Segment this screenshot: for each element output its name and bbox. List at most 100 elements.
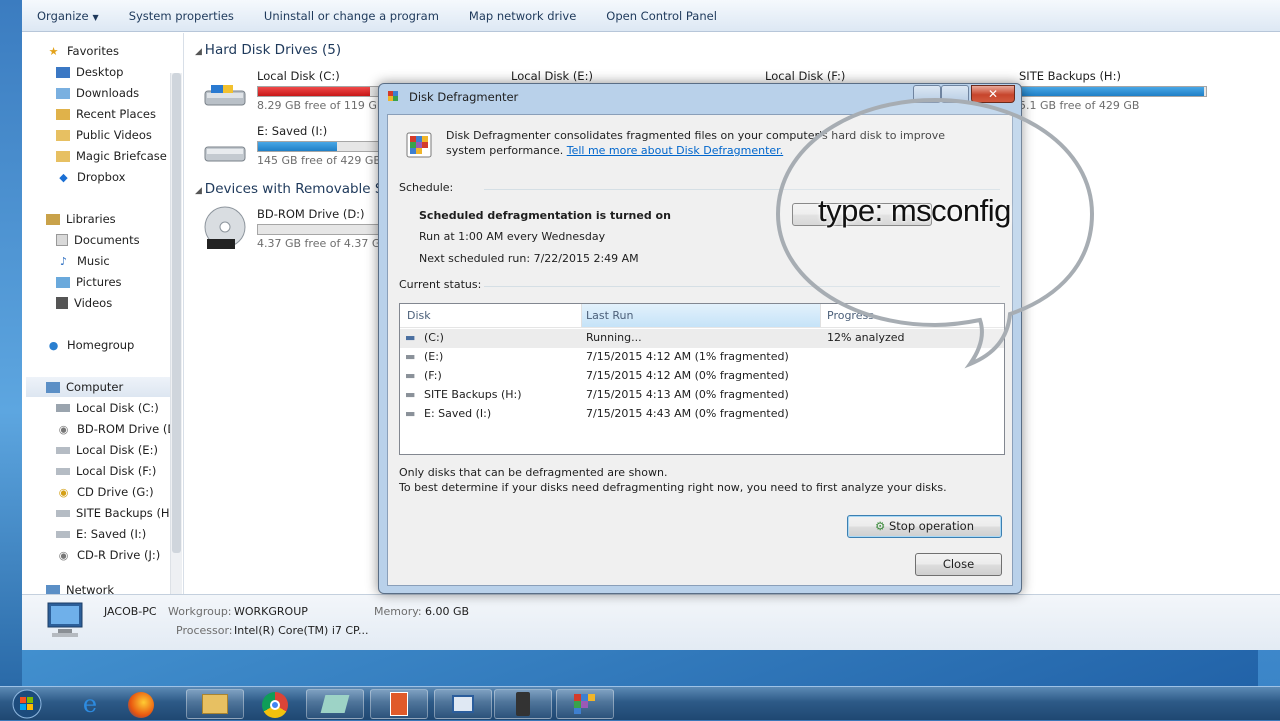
- shield-icon: ⚙: [875, 519, 886, 533]
- taskbar-defrag[interactable]: [556, 689, 614, 719]
- defrag-app-icon: [388, 91, 398, 101]
- processor-value: Intel(R) Core(TM) i7 CP...: [234, 624, 369, 637]
- disk-row-h[interactable]: ▬ SITE Backups (H:) 7/15/2015 4:13 AM (0…: [400, 386, 1004, 405]
- pictures-icon: [56, 276, 70, 288]
- workgroup-label: Workgroup:: [168, 605, 232, 618]
- bd-rom-usage-bar: [257, 224, 379, 235]
- app-icon: [516, 692, 530, 716]
- nav-desktop[interactable]: Desktop: [56, 62, 123, 82]
- drive-icon: ▬: [405, 331, 416, 344]
- drive-i-tile[interactable]: E: Saved (I:) 145 GB free of 429 GB: [257, 124, 381, 167]
- music-icon: ♪: [59, 254, 68, 268]
- dialog-titlebar[interactable]: Disk Defragmenter: [387, 90, 518, 104]
- drive-f-tile[interactable]: Local Disk (F:): [765, 69, 845, 83]
- drive-e-tile[interactable]: Local Disk (E:): [511, 69, 593, 83]
- cd-icon: ◉: [58, 485, 69, 499]
- drive-c-tile[interactable]: Local Disk (C:) 8.29 GB free of 119 GB: [257, 69, 384, 112]
- chevron-down-icon: ▼: [92, 12, 99, 22]
- nav-local-disk-f[interactable]: Local Disk (F:): [56, 461, 156, 481]
- nav-local-disk-c[interactable]: Local Disk (C:): [56, 398, 159, 418]
- navigation-pane: ★ Favorites Desktop Downloads Recent Plac…: [22, 33, 184, 601]
- recent-places-icon: [56, 108, 70, 120]
- group-header-removable[interactable]: ◢ Devices with Removable S: [195, 181, 383, 197]
- windows-logo-icon: [12, 689, 42, 719]
- drive-icon: [56, 446, 70, 454]
- nav-dropbox[interactable]: ◆ Dropbox: [56, 167, 125, 187]
- nav-scrollbar-thumb[interactable]: [172, 73, 181, 553]
- organize-menu[interactable]: Organize ▼: [22, 9, 114, 23]
- defrag-icon: [406, 132, 432, 158]
- map-network-drive-button[interactable]: Map network drive: [454, 9, 591, 23]
- nav-site-backups[interactable]: SITE Backups (H:: [56, 503, 173, 523]
- open-control-panel-button[interactable]: Open Control Panel: [591, 9, 732, 23]
- drive-icon: [56, 530, 70, 538]
- nav-libraries[interactable]: Libraries: [46, 209, 116, 229]
- stop-operation-button[interactable]: ⚙ Stop operation: [847, 515, 1002, 538]
- nav-cd-r-drive[interactable]: ◉ CD-R Drive (J:): [56, 545, 161, 565]
- nav-magic-briefcase[interactable]: Magic Briefcase: [56, 146, 167, 166]
- schedule-status: Scheduled defragmentation is turned on: [419, 209, 671, 222]
- drive-i-usage-bar: [257, 141, 379, 152]
- bd-rom-icon: [204, 206, 246, 249]
- internet-explorer-icon[interactable]: e: [70, 689, 110, 719]
- app-icon: [390, 692, 408, 716]
- chrome-icon[interactable]: [262, 692, 288, 718]
- nav-e-saved[interactable]: E: Saved (I:): [56, 524, 146, 544]
- app-icon: [320, 695, 350, 713]
- callout-text: type: msconfig: [818, 193, 1011, 228]
- nav-bd-rom[interactable]: ◉ BD-ROM Drive (D: [56, 419, 176, 439]
- star-icon: ★: [48, 44, 59, 58]
- col-disk[interactable]: Disk: [407, 309, 431, 322]
- downloads-icon: [56, 87, 70, 99]
- system-properties-button[interactable]: System properties: [114, 9, 249, 23]
- taskbar-app-5[interactable]: [494, 689, 552, 719]
- drive-c-usage-bar: [257, 86, 379, 97]
- nav-public-videos[interactable]: Public Videos: [56, 125, 152, 145]
- drive-icon: ▬: [405, 388, 416, 401]
- schedule-label: Schedule:: [399, 181, 454, 194]
- nav-pictures[interactable]: Pictures: [56, 272, 122, 292]
- disc-icon: ◉: [58, 548, 69, 562]
- firefox-icon[interactable]: [128, 692, 154, 718]
- bd-rom-tile[interactable]: BD-ROM Drive (D:) 4.37 GB free of 4.37 G…: [257, 207, 388, 250]
- drive-icon: [56, 467, 70, 475]
- nav-recent-places[interactable]: Recent Places: [56, 104, 156, 124]
- schedule-next: Next scheduled run: 7/22/2015 2:49 AM: [419, 252, 639, 265]
- nav-homegroup[interactable]: ● Homegroup: [46, 335, 135, 355]
- computer-icon: [46, 381, 60, 393]
- nav-local-disk-e[interactable]: Local Disk (E:): [56, 440, 158, 460]
- nav-favorites[interactable]: ★ Favorites: [46, 41, 119, 61]
- nav-music[interactable]: ♪ Music: [56, 251, 110, 271]
- desktop-icon: [56, 66, 70, 78]
- command-bar: Organize ▼ System properties Uninstall or…: [22, 0, 1280, 32]
- defrag-icon: [574, 694, 595, 714]
- videos-icon: [56, 297, 68, 309]
- details-pane: JACOB-PC Workgroup: WORKGROUP Memory: 6.…: [22, 594, 1280, 650]
- nav-computer[interactable]: Computer: [26, 377, 170, 397]
- computer-icon: [47, 602, 83, 637]
- folder-icon: [56, 150, 70, 162]
- col-last-run[interactable]: Last Run: [586, 309, 634, 322]
- nav-videos[interactable]: Videos: [56, 293, 112, 313]
- disk-row-i[interactable]: ▬ E: Saved (I:) 7/15/2015 4:43 AM (0% fr…: [400, 405, 1004, 424]
- close-button[interactable]: Close: [915, 553, 1002, 576]
- taskbar-app-3[interactable]: [370, 689, 428, 719]
- taskbar-app-2[interactable]: [306, 689, 364, 719]
- nav-downloads[interactable]: Downloads: [56, 83, 139, 103]
- nav-cd-drive-g[interactable]: ◉ CD Drive (G:): [56, 482, 154, 502]
- taskbar-explorer[interactable]: [186, 689, 244, 719]
- uninstall-program-button[interactable]: Uninstall or change a program: [249, 9, 454, 23]
- desktop-left-strip: [0, 0, 22, 686]
- documents-icon: [56, 234, 68, 246]
- current-status-label: Current status:: [399, 278, 482, 291]
- drive-icon: [56, 509, 70, 517]
- group-header-hdd[interactable]: ◢ Hard Disk Drives (5): [195, 42, 341, 58]
- nav-documents[interactable]: Documents: [56, 230, 140, 250]
- homegroup-icon: ●: [48, 338, 59, 352]
- taskbar-app-4[interactable]: [434, 689, 492, 719]
- libraries-icon: [46, 213, 60, 225]
- learn-more-link[interactable]: Tell me more about Disk Defragmenter.: [567, 144, 783, 157]
- start-button[interactable]: [6, 687, 48, 721]
- note-line-1: Only disks that can be defragmented are …: [399, 466, 668, 479]
- drive-icon: [56, 404, 70, 412]
